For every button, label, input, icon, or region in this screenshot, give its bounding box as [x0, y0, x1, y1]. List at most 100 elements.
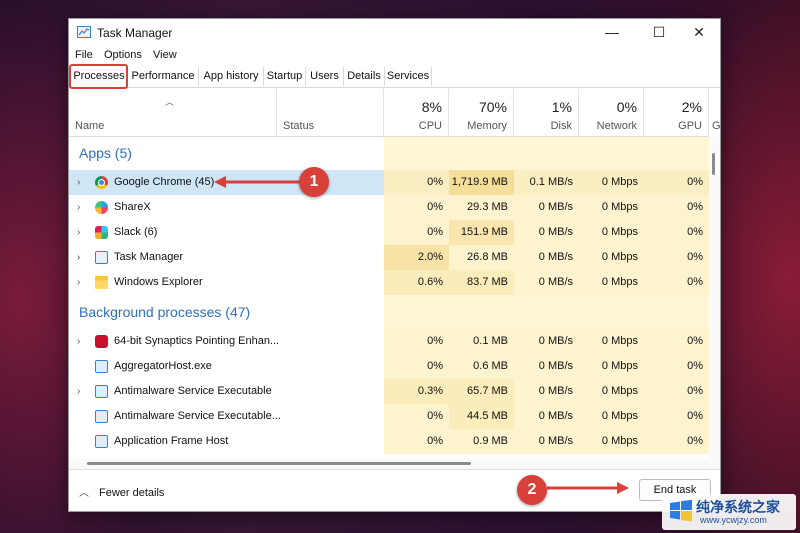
process-icon: [95, 410, 108, 423]
gpu-cell: 0%: [644, 404, 709, 429]
tab-startup[interactable]: Startup: [264, 67, 306, 86]
table-row-windows-explorer[interactable]: › Windows Explorer 0.6% 83.7 MB 0 MB/s 0…: [69, 270, 709, 295]
table-row-aggregatorhost[interactable]: AggregatorHost.exe 0% 0.6 MB 0 MB/s 0 Mb…: [69, 354, 709, 379]
table-row-application-frame-host[interactable]: Application Frame Host 0% 0.9 MB 0 MB/s …: [69, 429, 709, 454]
memory-cell: 0.6 MB: [449, 354, 514, 379]
table-row-antimalware[interactable]: › Antimalware Service Executable 0.3% 65…: [69, 379, 709, 404]
gpu-total: 2%: [681, 99, 702, 115]
group-header-apps: Apps (5): [69, 137, 709, 170]
network-column-label: Network: [596, 120, 637, 132]
task-manager-window: Task Manager — ☐ ✕ File Options View Pro…: [68, 18, 721, 512]
cpu-cell: 0%: [384, 220, 449, 245]
name-column-label: Name: [75, 120, 105, 132]
table-row-chrome[interactable]: › Google Chrome (45) 0% 1,719.9 MB 0.1 M…: [69, 170, 709, 195]
memory-total: 70%: [478, 99, 507, 115]
gpu-cell: 0%: [644, 220, 709, 245]
heat-cell: [579, 295, 644, 329]
status-column-header[interactable]: Status: [277, 89, 384, 136]
vertical-scrollbar[interactable]: [709, 137, 720, 459]
expand-chevron-icon[interactable]: ›: [77, 270, 80, 295]
expand-chevron-icon[interactable]: ›: [77, 170, 80, 195]
cpu-cell: 0%: [384, 195, 449, 220]
windows-logo-icon: [670, 499, 692, 522]
menu-options[interactable]: Options: [104, 49, 142, 61]
maximize-button[interactable]: ☐: [641, 19, 677, 47]
cpu-cell: 0%: [384, 429, 449, 454]
memory-cell: 0.9 MB: [449, 429, 514, 454]
memory-column-header[interactable]: 70% Memory: [449, 89, 514, 136]
memory-cell: 29.3 MB: [449, 195, 514, 220]
memory-column-label: Memory: [467, 120, 507, 132]
table-row-sharex[interactable]: › ShareX 0% 29.3 MB 0 MB/s 0 Mbps 0%: [69, 195, 709, 220]
process-name: Antimalware Service Executable...: [114, 410, 281, 422]
heat-cell: [384, 295, 449, 329]
process-name: Task Manager: [114, 251, 184, 263]
disk-cell: 0.1 MB/s: [514, 170, 579, 195]
network-cell: 0 Mbps: [579, 329, 644, 354]
task-manager-icon: [95, 251, 108, 264]
cpu-column-header[interactable]: 8% CPU: [384, 89, 449, 136]
process-icon: [95, 360, 108, 373]
gpu-column-header[interactable]: 2% GPU: [644, 89, 709, 136]
expand-chevron-icon[interactable]: ›: [77, 329, 80, 354]
menu-file[interactable]: File: [75, 49, 93, 61]
table-row-synaptics[interactable]: › 64-bit Synaptics Pointing Enhan... 0% …: [69, 329, 709, 354]
tab-users[interactable]: Users: [306, 67, 344, 86]
cpu-cell: 0.3%: [384, 379, 449, 404]
table-row-task-manager[interactable]: › Task Manager 2.0% 26.8 MB 0 MB/s 0 Mbp…: [69, 245, 709, 270]
watermark-title: 纯净系统之家: [696, 499, 780, 515]
minimize-button[interactable]: —: [594, 19, 630, 47]
window-title: Task Manager: [97, 26, 173, 40]
cpu-cell: 0%: [384, 329, 449, 354]
tab-details[interactable]: Details: [344, 67, 385, 86]
slack-icon: [95, 226, 108, 239]
network-total: 0%: [616, 99, 637, 115]
horizontal-scrollbar[interactable]: [69, 459, 720, 469]
disk-column-header[interactable]: 1% Disk: [514, 89, 579, 136]
expand-chevron-icon[interactable]: ›: [77, 245, 80, 270]
tab-services[interactable]: Services: [385, 67, 432, 86]
folder-icon: [95, 276, 108, 289]
heat-cell: [514, 295, 579, 329]
table-row-slack[interactable]: › Slack (6) 0% 151.9 MB 0 MB/s 0 Mbps 0%: [69, 220, 709, 245]
network-cell: 0 Mbps: [579, 379, 644, 404]
heat-cell: [514, 137, 579, 170]
gpu-column-label: GPU: [678, 120, 702, 132]
tab-app-history[interactable]: App history: [199, 67, 264, 86]
disk-total: 1%: [551, 99, 572, 115]
cpu-cell: 0.6%: [384, 270, 449, 295]
heat-cell: [449, 295, 514, 329]
heat-cell: [384, 137, 449, 170]
cpu-cell: 0%: [384, 354, 449, 379]
table-row-antimalware-2[interactable]: Antimalware Service Executable... 0% 44.…: [69, 404, 709, 429]
tab-performance[interactable]: Performance: [128, 67, 199, 86]
heat-cell: [579, 137, 644, 170]
disk-cell: 0 MB/s: [514, 329, 579, 354]
process-icon: [95, 435, 108, 448]
menu-view[interactable]: View: [153, 49, 177, 61]
processes-tab-highlight: [69, 64, 128, 89]
network-column-header[interactable]: 0% Network: [579, 89, 644, 136]
watermark: 纯净系统之家 www.ycwjzy.com: [662, 494, 796, 530]
watermark-url: www.ycwjzy.com: [700, 515, 767, 525]
callout-arrow-2: [547, 482, 629, 494]
fewer-details-label: Fewer details: [99, 487, 165, 499]
process-name: Windows Explorer: [114, 276, 203, 288]
vertical-scroll-thumb[interactable]: [712, 153, 715, 175]
name-column-header[interactable]: ︿ Name: [69, 89, 277, 136]
expand-chevron-icon[interactable]: ›: [77, 195, 80, 220]
gpu-cell: 0%: [644, 170, 709, 195]
status-column-label: Status: [283, 120, 315, 132]
group-header-background: Background processes (47): [69, 295, 709, 329]
fewer-details-link[interactable]: ︿ Fewer details: [79, 484, 164, 499]
expand-chevron-icon[interactable]: ›: [77, 220, 80, 245]
cpu-total: 8%: [421, 99, 442, 115]
callout-badge-1: 1: [299, 167, 329, 197]
callout-arrow-1: [214, 176, 302, 188]
expand-chevron-icon[interactable]: ›: [77, 379, 80, 404]
horizontal-scroll-thumb[interactable]: [87, 462, 471, 465]
gpu-cell: 0%: [644, 354, 709, 379]
close-button[interactable]: ✕: [681, 19, 717, 47]
process-name: AggregatorHost.exe: [114, 360, 212, 372]
extra-column-header[interactable]: G: [709, 89, 720, 136]
